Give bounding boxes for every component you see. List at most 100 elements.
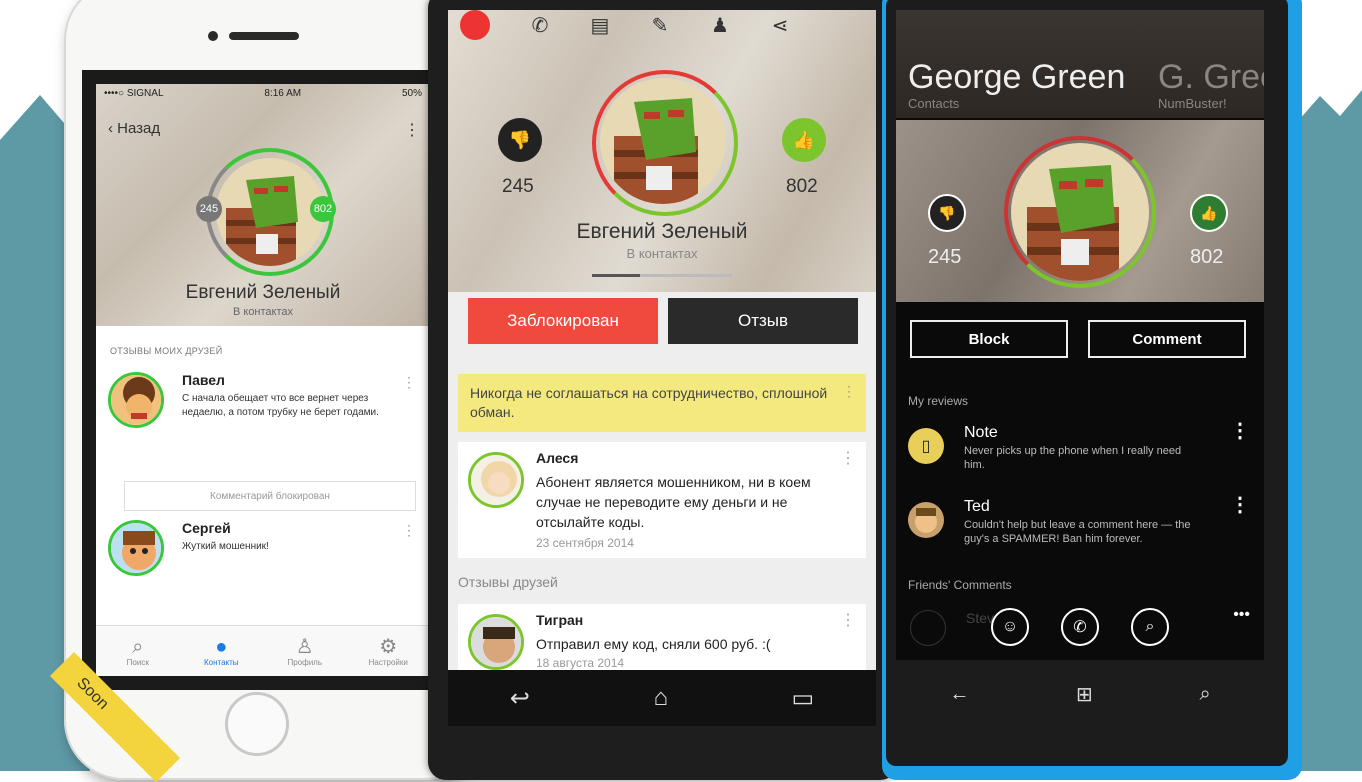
block-button[interactable]: Block <box>910 320 1068 358</box>
warning-text: Никогда не соглашаться на сотрудничество… <box>470 385 828 420</box>
tab-label: Контакты <box>203 657 239 667</box>
back-icon[interactable]: ↩ <box>510 684 530 713</box>
tab-settings[interactable]: ⚙ Настройки <box>347 626 431 676</box>
tab-label: Поиск <box>126 657 149 667</box>
more-icon[interactable]: ⋮ <box>404 120 420 140</box>
review-item[interactable]: Павел С начала обещает что все вернет че… <box>108 372 418 442</box>
more-icon[interactable]: ⋮ <box>402 522 416 539</box>
like-count: 802 <box>1190 246 1224 268</box>
review-text: Never picks up the phone when I really n… <box>964 445 1182 471</box>
review-author: Ted <box>964 498 990 515</box>
share-icon[interactable]: ⋖ <box>750 13 810 38</box>
dislike-count: 245 <box>928 246 962 268</box>
block-button[interactable]: Заблокирован <box>468 298 658 344</box>
review-item[interactable]: Сергей Жуткий мошенник! ⋮ <box>108 520 418 590</box>
home-button[interactable] <box>225 692 289 756</box>
tab-label: Настройки <box>368 657 408 667</box>
review-author: Сергей <box>182 520 231 536</box>
windows-nav-bar: ← ⊞ ⌕ <box>896 664 1264 724</box>
profile-name: Евгений Зеленый <box>185 282 341 303</box>
windows-icon[interactable]: ⊞ <box>1076 682 1093 707</box>
dislike-count: 245 <box>502 176 534 197</box>
dislike-count-badge: 245 <box>196 196 222 222</box>
settings-icon: ⚙ <box>379 635 398 658</box>
clock: 8:16 AM <box>264 88 302 99</box>
friends-section-title: Отзывы друзей <box>458 574 558 590</box>
recents-icon[interactable]: ▭ <box>792 684 815 713</box>
pivot-subtitle: Contacts <box>908 96 960 111</box>
friends-comments-title: Friends' Comments <box>908 578 1012 592</box>
app-bar: ☺ ✆ ⌕ <box>896 594 1264 660</box>
avatar <box>216 158 324 266</box>
review-author: Note <box>964 424 998 441</box>
more-icon[interactable]: ⋮ <box>402 374 416 391</box>
review-item[interactable]: ▯ Note Never picks up the phone when I r… <box>908 421 1258 484</box>
review-button[interactable]: Отзыв <box>668 298 858 344</box>
review-card[interactable]: Алеся Абонент является мошенником, ни в … <box>458 442 866 558</box>
profile-subtitle: В контактах <box>232 306 294 318</box>
home-icon[interactable]: ⌂ <box>653 684 668 712</box>
search-icon[interactable]: ⌕ <box>1131 608 1169 646</box>
section-title: ОТЗЫВЫ МОИХ ДРУЗЕЙ <box>110 346 223 356</box>
android-profile-header: ✆ ▤ ✎ ♟ ⋖ 👎 245 👍 802 Евгений Зеленый В … <box>448 10 876 292</box>
like-count-badge: 802 <box>310 196 336 222</box>
review-card[interactable]: Тигран Отправил ему код, сняли 600 руб. … <box>458 604 866 670</box>
profile-subtitle: В контактах <box>626 246 698 261</box>
search-icon[interactable]: ⌕ <box>1199 683 1210 706</box>
my-reviews-title: My reviews <box>908 394 969 408</box>
avatar <box>468 452 524 508</box>
person-icon[interactable]: ♟ <box>690 13 750 38</box>
pivot-title[interactable]: George Green <box>908 58 1125 97</box>
app-logo-icon[interactable] <box>460 10 490 40</box>
phone-icon[interactable]: ✆ <box>510 13 570 38</box>
dislike-icon[interactable]: 👎 <box>498 118 542 162</box>
review-text: С начала обещает что все вернет через не… <box>182 393 379 418</box>
profile-name: Евгений Зеленый <box>576 220 748 243</box>
review-text: Жуткий мошенник! <box>182 541 269 552</box>
tab-profile[interactable]: ♙ Профиль <box>263 626 347 676</box>
tab-contacts[interactable]: ● Контакты <box>180 626 264 676</box>
dislike-icon[interactable]: 👎 <box>928 194 966 232</box>
back-icon[interactable]: ← <box>949 683 969 706</box>
tab-search[interactable]: ⌕ Поиск <box>96 626 180 676</box>
tab-label: Профиль <box>287 657 323 667</box>
like-icon[interactable]: 👍 <box>782 118 826 162</box>
pivot-title-next[interactable]: G. Gree <box>1158 58 1264 97</box>
message-icon[interactable]: ▤ <box>570 13 630 38</box>
windows-phone-screen: George Green G. Gree Contacts NumBuster!… <box>896 10 1264 660</box>
carrier: ••••○ SIGNAL <box>104 88 164 99</box>
warning-note: Никогда не соглашаться на сотрудничество… <box>458 374 866 432</box>
edit-icon[interactable]: ✎ <box>630 13 690 38</box>
tab-bar: ⌕ Поиск ● Контакты ♙ Профиль ⚙ Настройки <box>96 625 430 676</box>
contact-icon[interactable]: ☺ <box>991 608 1029 646</box>
android-screen: ✆ ▤ ✎ ♟ ⋖ 👎 245 👍 802 Евгений Зеленый В … <box>448 10 876 670</box>
review-item[interactable]: Ted Couldn't help but leave a comment he… <box>908 495 1258 558</box>
avatar <box>468 614 524 670</box>
avatar <box>108 520 164 576</box>
back-button[interactable]: ‹ Назад <box>108 120 160 137</box>
more-icon[interactable]: ⋮ <box>1230 495 1250 515</box>
iphone-screen: ••••○ SIGNAL 8:16 AM 50% ‹ Назад ⋮ 245 8… <box>82 70 430 690</box>
like-icon[interactable]: 👍 <box>1190 194 1228 232</box>
avatar <box>600 78 726 204</box>
more-icon[interactable]: ⋮ <box>840 610 856 630</box>
avatar <box>1011 143 1149 281</box>
review-author: Павел <box>182 372 225 388</box>
more-icon[interactable]: ••• <box>1233 606 1250 624</box>
back-label: Назад <box>117 120 161 137</box>
more-icon[interactable]: ⋮ <box>842 382 856 401</box>
review-author: Алеся <box>536 450 579 466</box>
review-date: 18 августа 2014 <box>536 656 625 670</box>
phone-icon[interactable]: ✆ <box>1061 608 1099 646</box>
speaker <box>229 32 299 40</box>
camera <box>208 31 218 41</box>
contacts-icon: ● <box>215 635 228 658</box>
comment-button[interactable]: Comment <box>1088 320 1246 358</box>
review-text: Couldn't help but leave a comment here —… <box>964 519 1191 545</box>
more-icon[interactable]: ⋮ <box>840 448 856 468</box>
review-date: 23 сентября 2014 <box>536 536 634 550</box>
more-icon[interactable]: ⋮ <box>1230 421 1250 441</box>
iphone-profile-header: ••••○ SIGNAL 8:16 AM 50% ‹ Назад ⋮ 245 8… <box>96 84 430 326</box>
blocked-comment: Комментарий блокирован <box>124 481 416 511</box>
review-text: Отправил ему код, сняли 600 руб. :( <box>536 636 771 652</box>
